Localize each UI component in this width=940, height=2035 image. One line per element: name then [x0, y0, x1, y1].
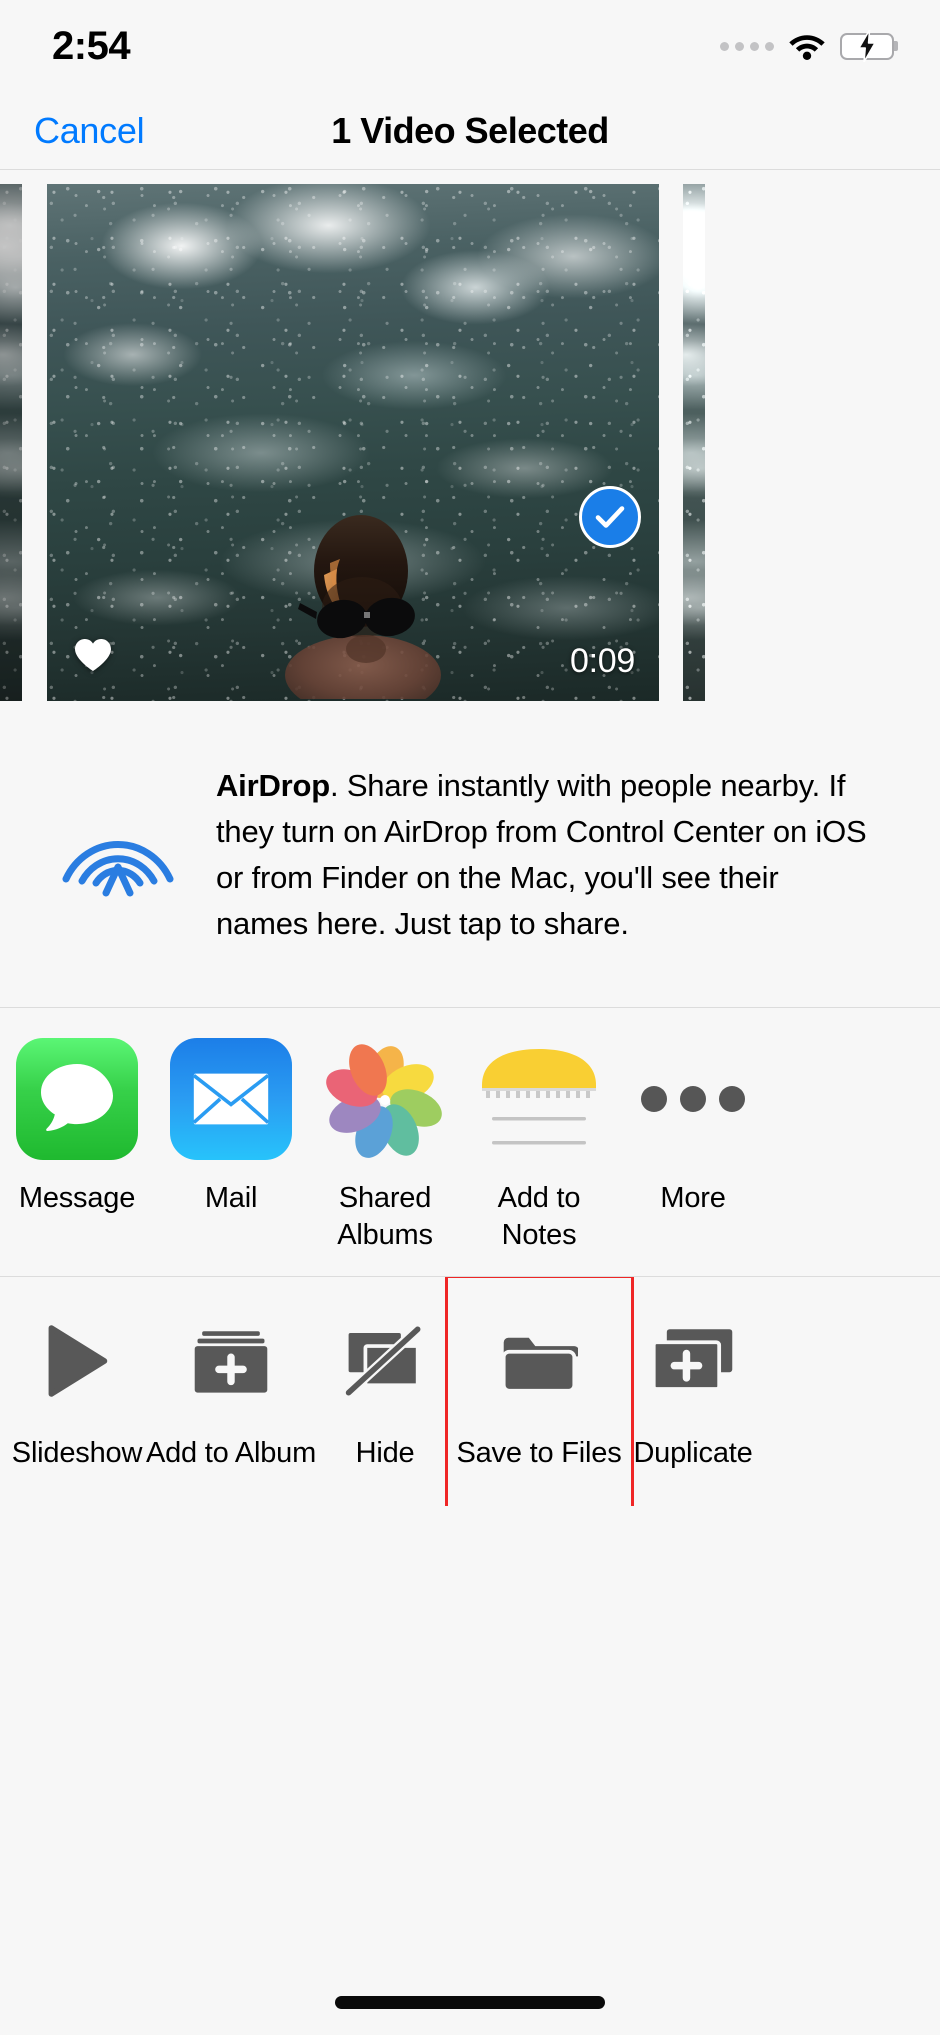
- action-add-to-album[interactable]: Add to Album: [146, 1319, 316, 1480]
- heart-icon: [75, 639, 111, 671]
- navigation-bar: Cancel 1 Video Selected: [0, 92, 940, 170]
- home-indicator[interactable]: [335, 1996, 605, 2009]
- action-label: Save to Files: [456, 1437, 622, 1469]
- signal-dots-icon: [720, 41, 774, 51]
- swimmer-figure: [285, 515, 441, 699]
- hide-icon: [337, 1319, 433, 1403]
- share-target-label: More: [660, 1182, 726, 1214]
- airdrop-description: AirDrop. Share instantly with people nea…: [216, 759, 876, 947]
- action-slideshow[interactable]: Slideshow: [0, 1319, 154, 1480]
- notes-icon: [478, 1038, 600, 1160]
- mail-icon: [170, 1038, 292, 1160]
- more-dots-icon: [632, 1038, 754, 1160]
- share-target-label: Mail: [204, 1182, 258, 1214]
- action-label: Add to Album: [145, 1437, 317, 1469]
- thumbnail-next[interactable]: [683, 184, 705, 701]
- check-circle-icon[interactable]: [579, 486, 641, 548]
- action-hide[interactable]: Hide: [308, 1319, 462, 1480]
- action-label: Duplicate: [633, 1437, 753, 1469]
- share-target-label: Shared Albums: [337, 1182, 433, 1251]
- airdrop-icon: [62, 840, 174, 897]
- share-target-add-to-notes[interactable]: Add to Notes: [462, 1038, 616, 1254]
- airdrop-title: AirDrop: [216, 768, 330, 803]
- action-label: Slideshow: [11, 1437, 143, 1469]
- share-target-label: Add to Notes: [497, 1182, 581, 1251]
- share-target-more[interactable]: More: [616, 1038, 770, 1217]
- wifi-icon: [788, 32, 826, 60]
- status-time: 2:54: [52, 23, 131, 68]
- video-duration-label: 0:09: [570, 642, 635, 680]
- action-label: Hide: [355, 1437, 415, 1469]
- share-action-row[interactable]: Slideshow Add to Album Hide Save to File…: [0, 1277, 940, 1506]
- action-save-to-files[interactable]: Save to Files: [445, 1277, 634, 1506]
- photos-icon: [324, 1038, 446, 1160]
- share-target-shared-albums[interactable]: Shared Albums: [308, 1038, 462, 1254]
- cancel-button[interactable]: Cancel: [34, 110, 145, 152]
- status-indicators: [720, 30, 894, 62]
- play-icon: [29, 1319, 125, 1403]
- folder-icon: [491, 1319, 587, 1403]
- selected-media-strip[interactable]: 0:09: [0, 170, 940, 717]
- airdrop-section[interactable]: AirDrop. Share instantly with people nea…: [0, 717, 940, 1008]
- action-duplicate[interactable]: Duplicate: [616, 1319, 770, 1480]
- thumbnail-previous[interactable]: [0, 184, 22, 701]
- battery-charging-icon: [840, 30, 894, 62]
- messages-icon: [16, 1038, 138, 1160]
- share-app-row[interactable]: Message Mail Shared Albums Add to Notes …: [0, 1008, 940, 1277]
- bottom-spacer: [0, 1506, 940, 1686]
- share-target-mail[interactable]: Mail: [154, 1038, 308, 1217]
- duplicate-icon: [645, 1319, 741, 1403]
- thumbnail-selected-video[interactable]: 0:09: [47, 184, 659, 701]
- add-to-album-icon: [183, 1319, 279, 1403]
- share-target-message[interactable]: Message: [0, 1038, 154, 1217]
- status-bar: 2:54: [0, 0, 940, 92]
- share-target-label: Message: [18, 1182, 136, 1214]
